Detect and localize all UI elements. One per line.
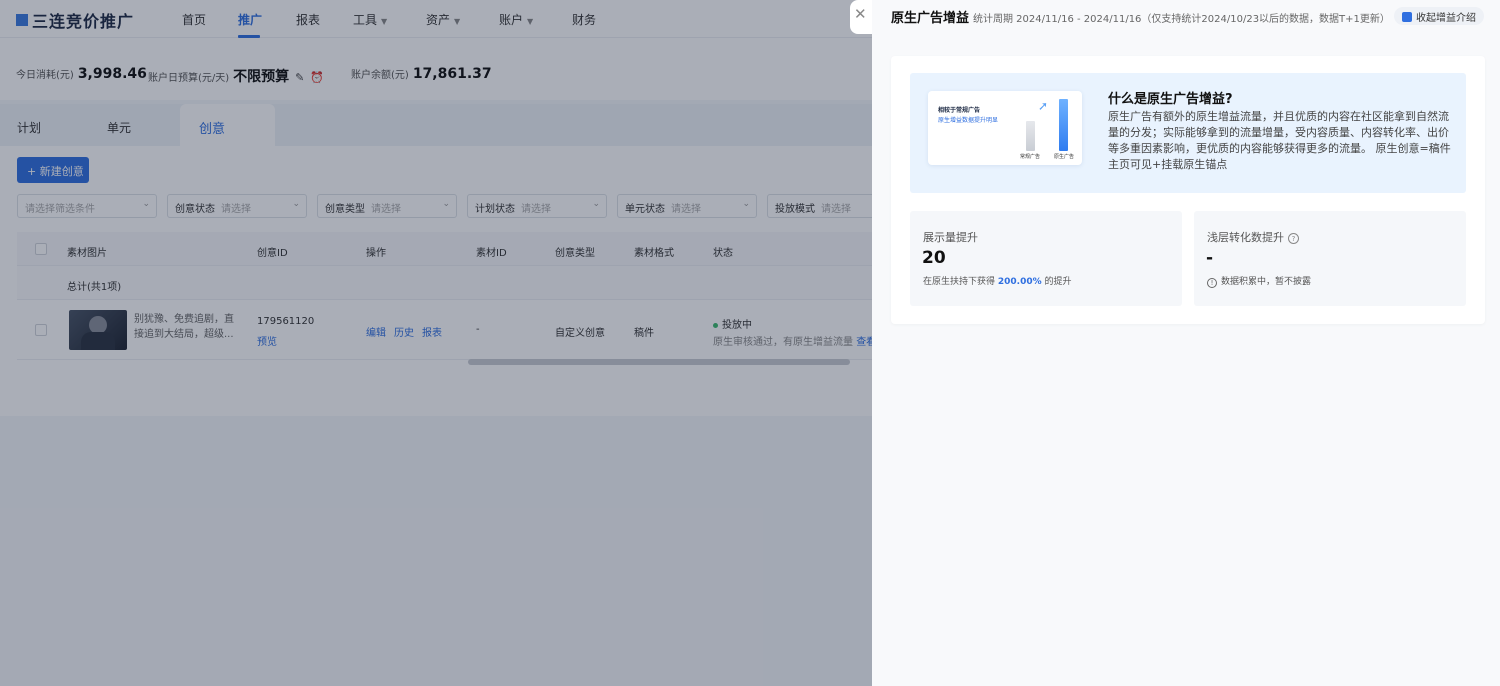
metric-value: - [1206, 248, 1214, 268]
gain-card: 相较于常规广告 原生增益数据提升明显 ➚ 常规广告 原生广告 什么是原生广告增益… [891, 56, 1485, 324]
trend-up-icon: ➚ [1038, 99, 1049, 113]
illustration-title: 相较于常规广告 [938, 107, 981, 114]
native-ad-gain-drawer: 原生广告增益 统计周期 2024/11/16 - 2024/11/16（仅支持统… [872, 0, 1500, 686]
note-highlight: 200.00% [997, 277, 1042, 287]
collapse-intro-label: 收起增益介绍 [1416, 13, 1476, 24]
info-icon: ! [1207, 278, 1217, 288]
bar-regular-label: 常规广告 [1020, 154, 1041, 160]
drawer-header: 原生广告增益 统计周期 2024/11/16 - 2024/11/16（仅支持统… [872, 0, 1500, 34]
intro-panel: 相较于常规广告 原生增益数据提升明显 ➚ 常规广告 原生广告 什么是原生广告增益… [910, 73, 1466, 193]
drawer-title: 原生广告增益 [891, 11, 970, 26]
drawer-subtitle: 统计周期 2024/11/16 - 2024/11/16（仅支持统计2024/1… [973, 14, 1390, 25]
note-text: 数据积累中，暂不披露 [1221, 277, 1312, 287]
metric-shallow-conversion-gain: 浅层转化数提升? - ! 数据积累中，暂不披露 [1194, 211, 1466, 306]
metric-value: 20 [922, 248, 946, 268]
metric-label-text: 浅层转化数提升 [1207, 231, 1284, 244]
bar-native-label: 原生广告 [1054, 154, 1075, 160]
bar-native-ad [1059, 99, 1068, 151]
metric-note: 在原生扶持下获得 200.00% 的提升 [923, 274, 1072, 287]
collapse-intro-button[interactable]: 收起增益介绍 [1394, 7, 1484, 25]
metric-label: 浅层转化数提升? [1207, 229, 1299, 245]
close-icon[interactable]: ✕ [854, 5, 867, 23]
note-prefix: 在原生扶持下获得 [923, 277, 996, 287]
illustration-subtitle: 原生增益数据提升明显 [938, 117, 999, 124]
intro-text: 原生广告有额外的原生增益流量，并且优质的内容在社区能拿到自然流量的分发；实际能够… [1108, 110, 1451, 171]
intro-illustration: 相较于常规广告 原生增益数据提升明显 ➚ 常规广告 原生广告 [928, 91, 1082, 165]
bar-regular-ad [1026, 121, 1035, 151]
note-suffix: 的提升 [1044, 277, 1072, 287]
metric-note: ! 数据积累中，暂不披露 [1207, 274, 1311, 288]
intro-icon [1402, 12, 1412, 22]
metric-label: 展示量提升 [923, 231, 978, 244]
metric-impression-gain: 展示量提升 20 在原生扶持下获得 200.00% 的提升 [910, 211, 1182, 306]
intro-title: 什么是原生广告增益? [1108, 92, 1233, 107]
help-icon[interactable]: ? [1288, 233, 1299, 244]
